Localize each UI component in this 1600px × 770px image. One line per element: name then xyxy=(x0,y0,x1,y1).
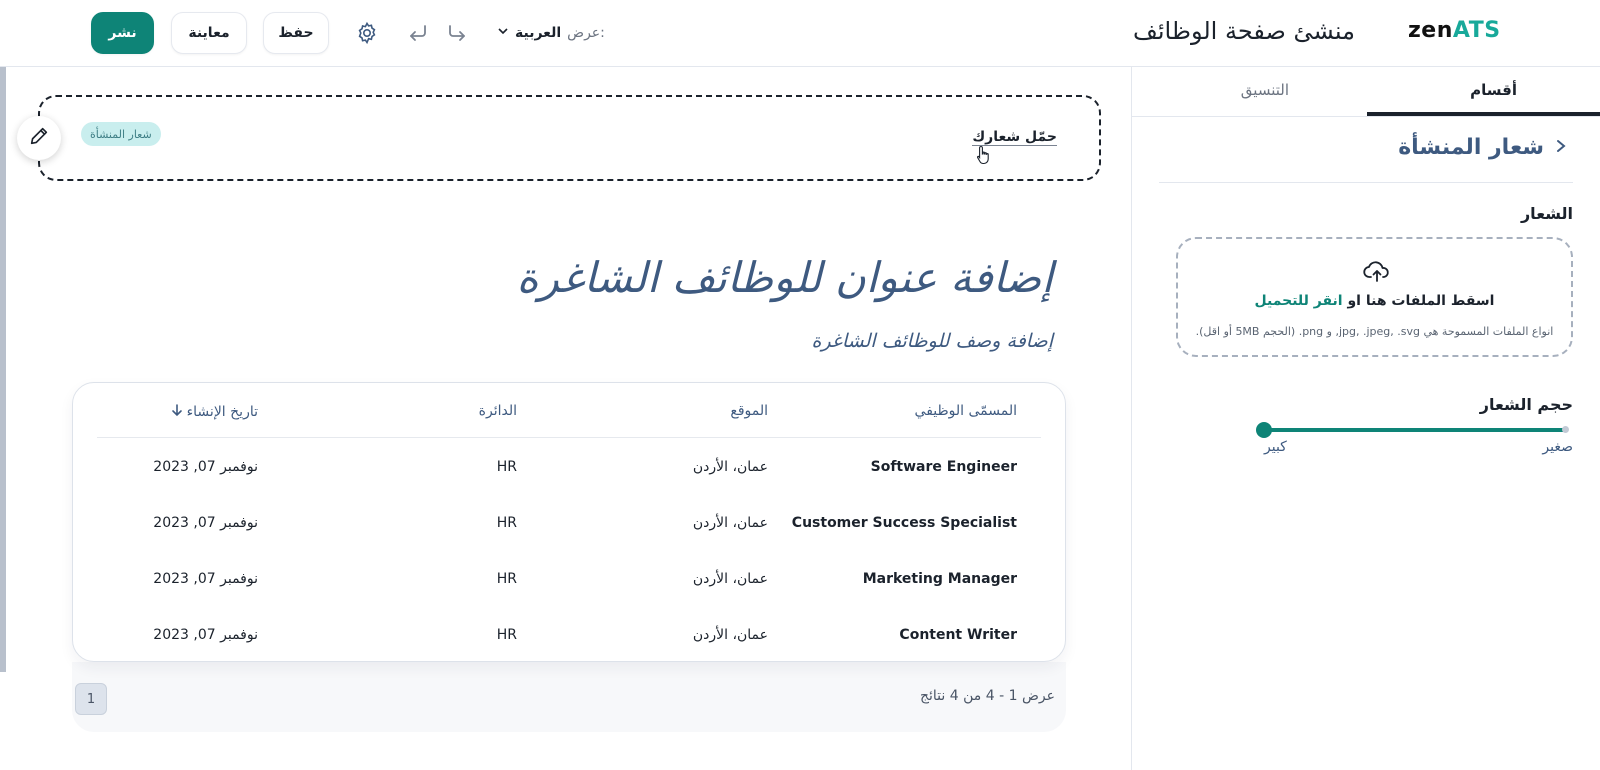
dropzone-prompt: اسقط الملفات هنا او xyxy=(1347,293,1495,309)
view-language-value: العربية xyxy=(515,25,562,41)
department-cell: HR xyxy=(496,515,517,531)
slider-label-small: صغير xyxy=(1542,439,1573,455)
active-tab-indicator xyxy=(1367,112,1600,116)
location-cell: عمان، الأردن xyxy=(692,515,768,531)
zenats-logo: zenATS xyxy=(1408,18,1501,43)
settings-panel: أقسام التنسيق شعار المنشأة الشعار اسقط ا… xyxy=(1131,67,1600,770)
created-date-cell: نوفمبر 07, 2023 xyxy=(153,459,258,475)
table-footer xyxy=(72,662,1066,732)
location-cell: عمان، الأردن xyxy=(692,571,768,587)
tab-layout[interactable]: التنسيق xyxy=(1241,81,1289,99)
edit-pencil-button[interactable] xyxy=(17,116,61,160)
top-bar: zenATS منشئ صفحة الوظائف نشر معاينة حفظ … xyxy=(0,0,1600,67)
slider-label-large: كبير xyxy=(1264,439,1287,455)
logo-size-slider[interactable] xyxy=(1256,422,1569,438)
upload-logo-link[interactable]: حمّل شعارك xyxy=(972,129,1057,146)
hand-cursor-icon xyxy=(976,145,992,169)
created-date-cell: نوفمبر 07, 2023 xyxy=(153,571,258,587)
table-header-divider xyxy=(97,437,1041,438)
department-cell: HR xyxy=(496,459,517,475)
preview-button[interactable]: معاينة xyxy=(171,12,247,54)
pagination-page-button[interactable]: 1 xyxy=(75,683,107,715)
cloud-upload-icon xyxy=(1363,259,1391,287)
publish-button[interactable]: نشر xyxy=(91,12,154,54)
location-cell: عمان، الأردن xyxy=(692,459,768,475)
job-title-cell[interactable]: Software Engineer xyxy=(871,459,1017,475)
canvas-edge-strip xyxy=(0,67,6,672)
chevron-down-icon xyxy=(497,25,509,41)
save-button[interactable]: حفظ xyxy=(263,12,329,54)
logo-section-badge: شعار المنشأة xyxy=(81,122,161,146)
click-to-upload-link[interactable]: انقر للتحميل xyxy=(1255,293,1343,309)
chevron-right-icon xyxy=(1554,138,1568,158)
allowed-file-types-hint: انواع الملفات المسموحة هي jpg, .jpeg, .s… xyxy=(1195,325,1554,338)
column-header-location[interactable]: الموقع xyxy=(730,403,768,419)
slider-fill xyxy=(1264,428,1567,432)
logo-dropzone-section[interactable]: حمّل شعارك xyxy=(38,95,1101,181)
department-cell: HR xyxy=(496,627,517,643)
jobs-table: المسمّى الوظيفي الموقع الدائرة تاريخ الإ… xyxy=(72,382,1066,662)
dropzone-text: اسقط الملفات هنا او انقر للتحميل xyxy=(1178,293,1571,309)
section-title: شعار المنشأة xyxy=(1398,135,1544,160)
undo-icon[interactable] xyxy=(404,20,430,46)
slider-thumb[interactable] xyxy=(1256,422,1272,438)
column-header-created-label: تاريخ الإنشاء xyxy=(186,404,258,420)
section-divider xyxy=(1159,182,1573,183)
results-count: عرض 1 - 4 من 4 نتائج xyxy=(919,688,1055,704)
column-header-title[interactable]: المسمّى الوظيفي xyxy=(915,403,1017,419)
created-date-cell: نوفمبر 07, 2023 xyxy=(153,627,258,643)
column-header-created[interactable]: تاريخ الإنشاء xyxy=(171,403,258,421)
view-label: عرض: xyxy=(567,25,605,41)
arrow-down-icon xyxy=(171,403,183,421)
settings-gear-icon[interactable] xyxy=(354,20,380,46)
department-cell: HR xyxy=(496,571,517,587)
job-title-cell[interactable]: Marketing Manager xyxy=(863,571,1017,587)
column-header-department[interactable]: الدائرة xyxy=(479,403,517,419)
job-title-cell[interactable]: Customer Success Specialist xyxy=(792,515,1017,531)
logo-upload-dropzone[interactable]: اسقط الملفات هنا او انقر للتحميل انواع ا… xyxy=(1176,237,1573,357)
location-cell: عمان، الأردن xyxy=(692,627,768,643)
job-title-cell[interactable]: Content Writer xyxy=(899,627,1017,643)
pencil-icon xyxy=(28,125,50,151)
logo-field-label: الشعار xyxy=(1520,204,1573,223)
view-language-select[interactable]: العربية عرض: xyxy=(497,20,605,46)
slider-end-dot xyxy=(1562,426,1569,433)
back-to-sections-button[interactable]: شعار المنشأة xyxy=(1398,135,1568,160)
created-date-cell: نوفمبر 07, 2023 xyxy=(153,515,258,531)
panel-tabs: أقسام التنسيق xyxy=(1132,67,1600,117)
jobs-subtitle-placeholder[interactable]: إضافة وصف للوظائف الشاغرة xyxy=(811,330,1053,352)
tab-sections[interactable]: أقسام xyxy=(1470,81,1517,99)
logo-size-label: حجم الشعار xyxy=(1479,395,1573,414)
app-title: منشئ صفحة الوظائف xyxy=(1133,17,1355,45)
jobs-title-placeholder[interactable]: إضافة عنوان للوظائف الشاغرة xyxy=(517,253,1053,302)
redo-icon[interactable] xyxy=(445,20,471,46)
